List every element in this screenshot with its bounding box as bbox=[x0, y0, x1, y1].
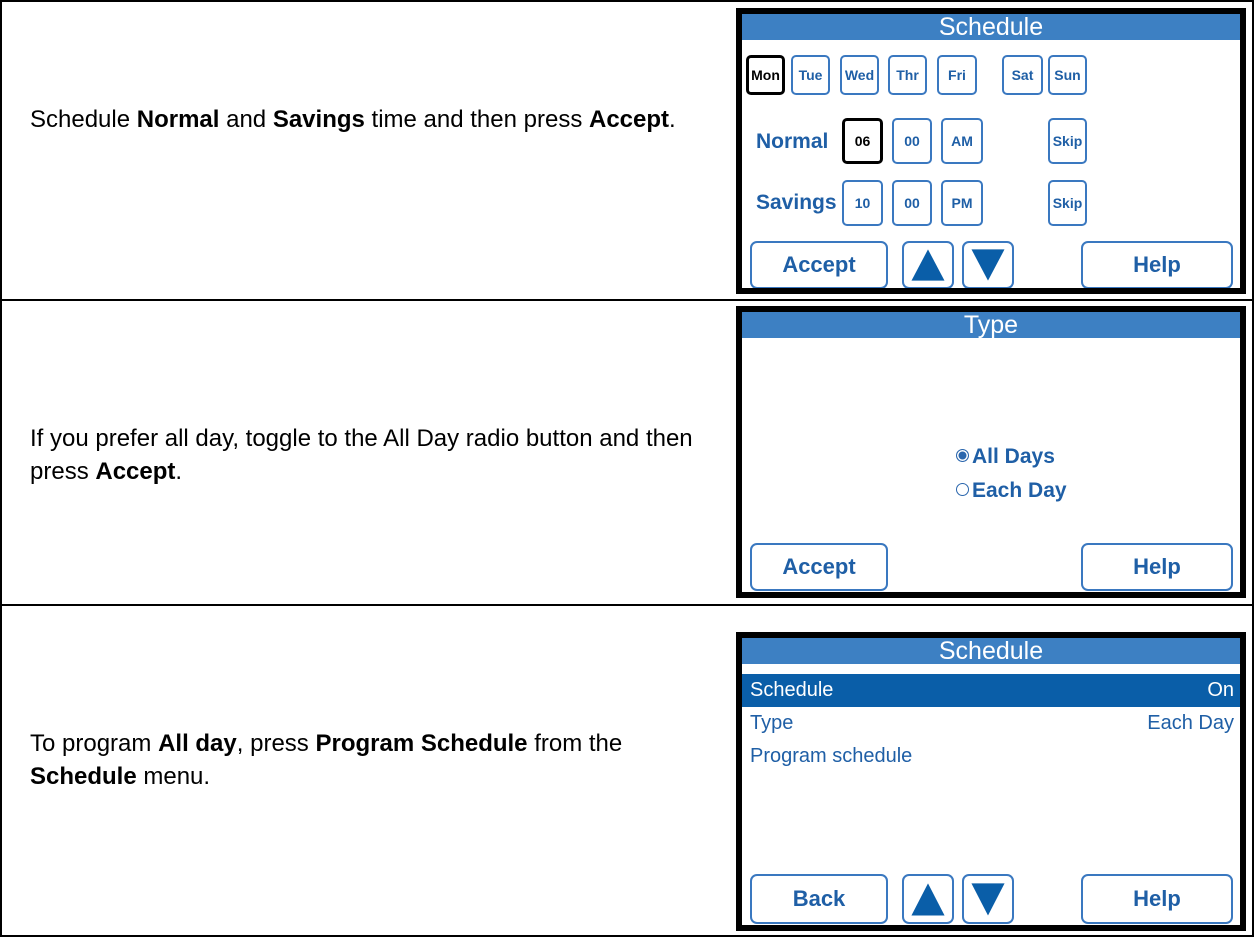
menu-item-program-schedule[interactable]: Program schedule bbox=[742, 740, 1240, 773]
savings-ampm-button[interactable]: PM bbox=[941, 180, 983, 226]
accept-button[interactable]: Accept bbox=[750, 241, 888, 288]
radio-all-days[interactable]: All Days bbox=[956, 445, 1055, 469]
down-arrow-button[interactable] bbox=[962, 874, 1014, 924]
screen-title: Schedule bbox=[742, 638, 1240, 664]
help-button[interactable]: Help bbox=[1081, 543, 1233, 591]
menu-item-type[interactable]: Type Each Day bbox=[742, 707, 1240, 740]
up-arrow-icon bbox=[911, 249, 945, 281]
savings-minute-field[interactable]: 00 bbox=[892, 180, 932, 226]
savings-label: Savings bbox=[756, 191, 837, 214]
radio-selected-icon bbox=[956, 448, 969, 462]
up-arrow-icon bbox=[911, 883, 945, 916]
day-button-sat[interactable]: Sat bbox=[1002, 55, 1043, 95]
day-button-fri[interactable]: Fri bbox=[937, 55, 977, 95]
savings-hour-field[interactable]: 10 bbox=[842, 180, 883, 226]
type-screen: Type All Days Each Day Accept Help bbox=[736, 306, 1246, 598]
menu-item-schedule[interactable]: Schedule On bbox=[742, 674, 1240, 707]
back-button[interactable]: Back bbox=[750, 874, 888, 924]
schedule-menu-screen: Schedule Schedule On Type Each Day Progr… bbox=[736, 632, 1246, 931]
table-divider-2 bbox=[0, 604, 1254, 606]
table-border-left bbox=[0, 0, 2, 937]
instruction-text-3: To program All day, press Program Schedu… bbox=[30, 730, 623, 790]
schedule-screen: Schedule Mon Tue Wed Thr Fri Sat Sun Nor… bbox=[736, 8, 1246, 294]
day-button-sun[interactable]: Sun bbox=[1048, 55, 1087, 95]
help-button[interactable]: Help bbox=[1081, 874, 1233, 924]
radio-unselected-icon bbox=[956, 482, 969, 496]
normal-label: Normal bbox=[756, 130, 829, 153]
screen-title: Type bbox=[742, 312, 1240, 338]
day-button-thr[interactable]: Thr bbox=[888, 55, 927, 95]
up-arrow-button[interactable] bbox=[902, 241, 954, 288]
day-button-mon[interactable]: Mon bbox=[746, 55, 785, 95]
day-button-tue[interactable]: Tue bbox=[791, 55, 830, 95]
down-arrow-icon bbox=[971, 883, 1005, 916]
normal-ampm-button[interactable]: AM bbox=[941, 118, 983, 164]
down-arrow-button[interactable] bbox=[962, 241, 1014, 288]
table-border-top bbox=[0, 0, 1254, 2]
day-button-wed[interactable]: Wed bbox=[840, 55, 879, 95]
instruction-text-2: If you prefer all day, toggle to the All… bbox=[30, 425, 693, 485]
up-arrow-button[interactable] bbox=[902, 874, 954, 924]
savings-skip-button[interactable]: Skip bbox=[1048, 180, 1087, 226]
accept-button[interactable]: Accept bbox=[750, 543, 888, 591]
help-button[interactable]: Help bbox=[1081, 241, 1233, 288]
instruction-text-1: Schedule Normal and Savings time and the… bbox=[30, 106, 676, 133]
normal-minute-field[interactable]: 00 bbox=[892, 118, 932, 164]
normal-hour-field[interactable]: 06 bbox=[842, 118, 883, 164]
screen-title: Schedule bbox=[742, 14, 1240, 40]
down-arrow-icon bbox=[971, 249, 1005, 281]
radio-each-day[interactable]: Each Day bbox=[956, 479, 1067, 503]
normal-skip-button[interactable]: Skip bbox=[1048, 118, 1087, 164]
table-divider-1 bbox=[0, 299, 1254, 301]
